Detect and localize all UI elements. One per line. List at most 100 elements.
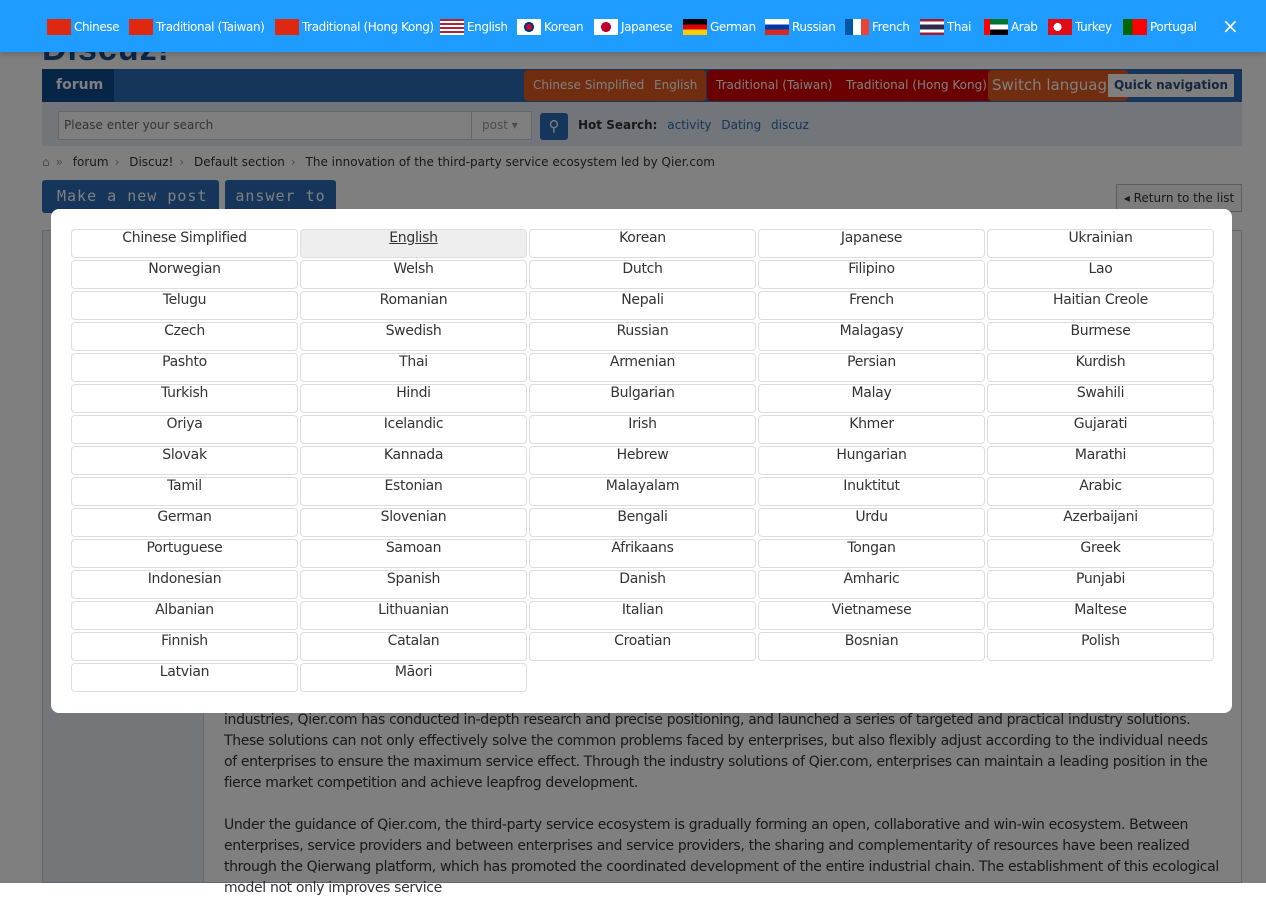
language-option[interactable]: Dutch	[529, 260, 756, 289]
language-option[interactable]: Oriya	[71, 415, 298, 444]
language-option[interactable]: English	[300, 229, 527, 258]
language-option[interactable]: Armenian	[529, 353, 756, 382]
language-option[interactable]: Haitian Creole	[987, 291, 1214, 320]
language-option[interactable]: Swahili	[987, 384, 1214, 413]
language-option[interactable]: Vietnamese	[758, 601, 985, 630]
translate-topbar: × Chinese Traditional (Taiwan) Traditional…	[0, 0, 1266, 52]
language-option[interactable]: Pashto	[71, 353, 298, 382]
language-option[interactable]: Finnish	[71, 632, 298, 661]
topbar-lang-label: Traditional (Hong Kong)	[302, 20, 434, 34]
language-option[interactable]: Maltese	[987, 601, 1214, 630]
language-option[interactable]: Polish	[987, 632, 1214, 661]
language-option[interactable]: Catalan	[300, 632, 527, 661]
language-option[interactable]: Norwegian	[71, 260, 298, 289]
language-option[interactable]: Irish	[529, 415, 756, 444]
topbar-lang-cn[interactable]: Traditional (Taiwan)	[129, 18, 265, 36]
language-option[interactable]: Indonesian	[71, 570, 298, 599]
flag-jp-icon	[594, 19, 618, 35]
language-option[interactable]: Khmer	[758, 415, 985, 444]
topbar-lang-fr[interactable]: French	[845, 18, 910, 36]
language-option[interactable]: Burmese	[987, 322, 1214, 351]
topbar-lang-kr[interactable]: Korean	[517, 18, 584, 36]
language-option[interactable]: Afrikaans	[529, 539, 756, 568]
language-option[interactable]: Spanish	[300, 570, 527, 599]
language-option[interactable]: Kurdish	[987, 353, 1214, 382]
language-option[interactable]: Thai	[300, 353, 527, 382]
language-option[interactable]: Persian	[758, 353, 985, 382]
language-option[interactable]: Filipino	[758, 260, 985, 289]
language-option[interactable]: Lithuanian	[300, 601, 527, 630]
language-option[interactable]: Telugu	[71, 291, 298, 320]
language-option[interactable]: Malay	[758, 384, 985, 413]
language-option[interactable]: Amharic	[758, 570, 985, 599]
language-option[interactable]: Malayalam	[529, 477, 756, 506]
language-option[interactable]: Bengali	[529, 508, 756, 537]
language-option[interactable]: Kannada	[300, 446, 527, 475]
language-option[interactable]: Greek	[987, 539, 1214, 568]
language-option[interactable]: Italian	[529, 601, 756, 630]
language-option[interactable]: German	[71, 508, 298, 537]
language-option[interactable]: Czech	[71, 322, 298, 351]
flag-tr-icon	[1048, 19, 1072, 35]
language-option[interactable]: Slovak	[71, 446, 298, 475]
topbar-lang-cn[interactable]: Chinese	[47, 18, 120, 36]
topbar-lang-label: Japanese	[621, 20, 673, 34]
language-option[interactable]: Samoan	[300, 539, 527, 568]
topbar-lang-tr[interactable]: Turkey	[1048, 18, 1112, 36]
topbar-lang-ru[interactable]: Russian	[765, 18, 836, 36]
topbar-lang-jp[interactable]: Japanese	[594, 18, 673, 36]
language-option[interactable]: Russian	[529, 322, 756, 351]
language-option[interactable]: Swedish	[300, 322, 527, 351]
language-option[interactable]: Romanian	[300, 291, 527, 320]
language-option[interactable]: French	[758, 291, 985, 320]
language-option[interactable]: Inuktitut	[758, 477, 985, 506]
language-option[interactable]: Bosnian	[758, 632, 985, 661]
language-option[interactable]: Turkish	[71, 384, 298, 413]
language-option[interactable]: Latvian	[71, 663, 298, 692]
topbar-lang-label: Arab	[1011, 20, 1038, 34]
topbar-lang-cn[interactable]: Traditional (Hong Kong)	[275, 18, 434, 36]
topbar-lang-us[interactable]: English	[440, 18, 508, 36]
language-option[interactable]: Icelandic	[300, 415, 527, 444]
language-option[interactable]: Slovenian	[300, 508, 527, 537]
language-option[interactable]: Lao	[987, 260, 1214, 289]
flag-pt-icon	[1123, 19, 1147, 35]
language-option[interactable]: Korean	[529, 229, 756, 258]
language-option[interactable]: Estonian	[300, 477, 527, 506]
language-option[interactable]: Portuguese	[71, 539, 298, 568]
language-option[interactable]: Hindi	[300, 384, 527, 413]
language-option[interactable]: Malagasy	[758, 322, 985, 351]
language-option[interactable]: Bulgarian	[529, 384, 756, 413]
flag-us-icon	[440, 19, 464, 35]
language-option[interactable]: Māori	[300, 663, 527, 692]
topbar-lang-label: German	[710, 20, 756, 34]
language-option[interactable]: Azerbaijani	[987, 508, 1214, 537]
language-option[interactable]: Hebrew	[529, 446, 756, 475]
language-option[interactable]: Hungarian	[758, 446, 985, 475]
topbar-lang-ae[interactable]: Arab	[984, 18, 1038, 36]
language-option[interactable]: Danish	[529, 570, 756, 599]
language-option[interactable]: Urdu	[758, 508, 985, 537]
language-option[interactable]: Albanian	[71, 601, 298, 630]
flag-th-icon	[920, 19, 944, 35]
language-option[interactable]: Croatian	[529, 632, 756, 661]
language-option[interactable]: Marathi	[987, 446, 1214, 475]
topbar-lang-label: Turkey	[1075, 20, 1112, 34]
language-option[interactable]: Arabic	[987, 477, 1214, 506]
language-option[interactable]: Nepali	[529, 291, 756, 320]
close-icon[interactable]: ×	[1222, 14, 1239, 38]
language-option[interactable]: Punjabi	[987, 570, 1214, 599]
topbar-lang-label: Thai	[947, 20, 972, 34]
language-option[interactable]: Tongan	[758, 539, 985, 568]
topbar-lang-th[interactable]: Thai	[920, 18, 971, 36]
language-option[interactable]: Japanese	[758, 229, 985, 258]
language-option[interactable]: Ukrainian	[987, 229, 1214, 258]
language-option[interactable]: Chinese Simplified	[71, 229, 298, 258]
language-option[interactable]: Welsh	[300, 260, 527, 289]
topbar-lang-pt[interactable]: Portugal	[1123, 18, 1197, 36]
topbar-lang-de[interactable]: German	[683, 18, 756, 36]
flag-de-icon	[683, 19, 707, 35]
language-option[interactable]: Gujarati	[987, 415, 1214, 444]
language-option[interactable]: Tamil	[71, 477, 298, 506]
language-modal: Chinese Simplified English Korean Japanese U…	[51, 209, 1232, 713]
